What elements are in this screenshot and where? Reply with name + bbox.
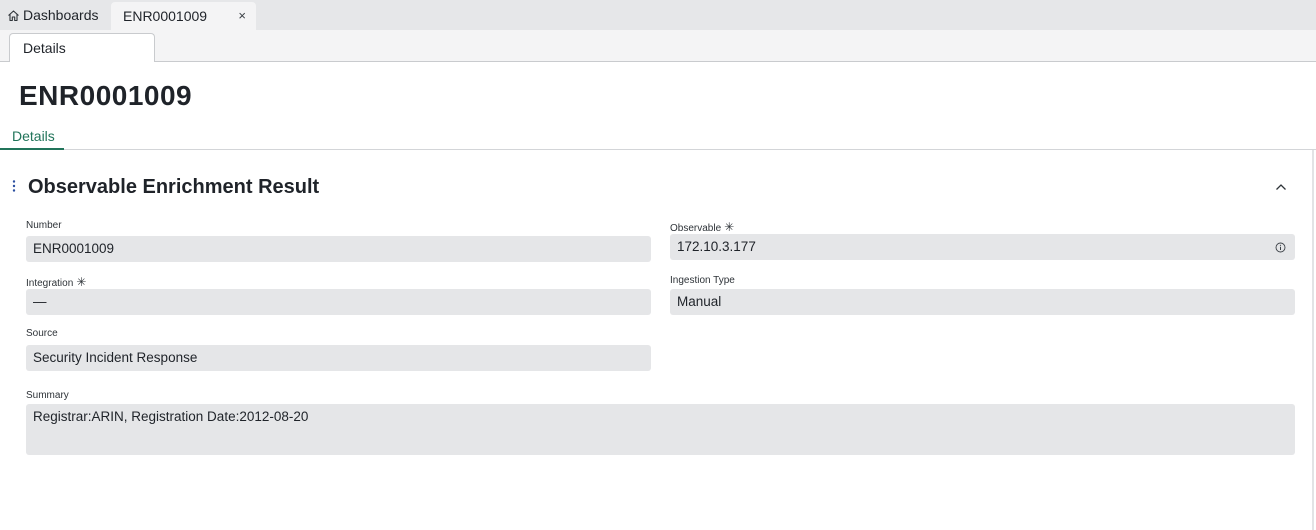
section-menu-icon[interactable] bbox=[12, 180, 16, 192]
required-icon: ✳ bbox=[724, 220, 735, 234]
app-tab-strip: Dashboards ENR0001009 × bbox=[0, 0, 1316, 30]
ingestion-type-label: Ingestion Type bbox=[670, 275, 735, 286]
summary-field[interactable]: Registrar:ARIN, Registration Date:2012-0… bbox=[26, 404, 1295, 455]
tab-details-form[interactable]: Details bbox=[9, 33, 155, 62]
number-label: Number bbox=[26, 220, 62, 231]
chevron-up-icon[interactable] bbox=[1274, 180, 1288, 194]
source-field[interactable]: Security Incident Response bbox=[26, 345, 651, 371]
source-label: Source bbox=[26, 328, 58, 339]
tab-dashboards-label: Dashboards bbox=[23, 7, 99, 23]
summary-label: Summary bbox=[26, 390, 69, 401]
section-tabbar: Details bbox=[0, 125, 1316, 150]
tab-record-label: ENR0001009 bbox=[123, 8, 208, 24]
integration-label: Integration ✳ bbox=[26, 275, 87, 289]
close-tab-icon[interactable]: × bbox=[238, 9, 246, 23]
info-icon[interactable] bbox=[1275, 241, 1286, 253]
observable-label: Observable ✳ bbox=[670, 220, 735, 234]
observable-field[interactable]: 172.10.3.177 bbox=[670, 234, 1295, 260]
page-title: ENR0001009 bbox=[19, 80, 193, 111]
scrollbar-track[interactable] bbox=[1312, 150, 1314, 530]
number-field[interactable]: ENR0001009 bbox=[26, 236, 651, 262]
integration-field[interactable]: — bbox=[26, 289, 651, 315]
form-tab-strip: Details bbox=[0, 30, 1316, 62]
required-icon: ✳ bbox=[76, 275, 87, 289]
section-title: Observable Enrichment Result bbox=[28, 176, 320, 198]
tab-dashboards[interactable]: Dashboards bbox=[0, 0, 108, 30]
tab-record[interactable]: ENR0001009 × bbox=[111, 2, 256, 30]
home-icon bbox=[7, 9, 20, 22]
ingestion-type-field[interactable]: Manual bbox=[670, 289, 1295, 315]
tab-details[interactable]: Details bbox=[0, 125, 64, 150]
